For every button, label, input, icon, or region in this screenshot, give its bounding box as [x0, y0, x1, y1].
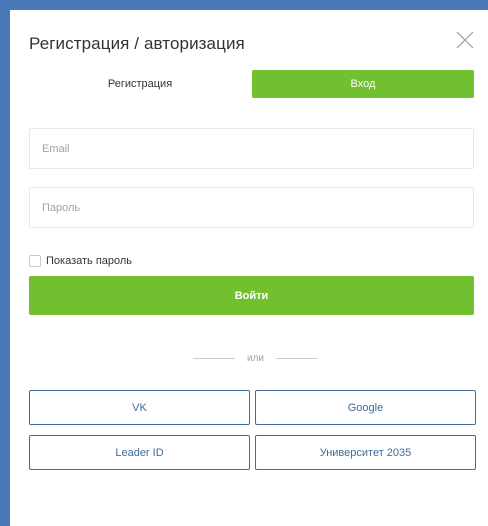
divider-line-right	[275, 357, 318, 359]
university-2035-login-button[interactable]: Университет 2035	[255, 435, 476, 470]
show-password-checkbox[interactable]	[29, 255, 41, 267]
password-input[interactable]	[29, 187, 474, 228]
google-login-button[interactable]: Google	[255, 390, 476, 425]
divider-text: или	[246, 352, 264, 364]
show-password-label: Показать пароль	[46, 255, 133, 267]
auth-modal: Регистрация / авторизация Регистрация Вх…	[10, 10, 488, 526]
divider-line-left	[193, 357, 235, 359]
login-button[interactable]: Войти	[29, 276, 474, 315]
tab-registration[interactable]: Регистрация	[29, 70, 251, 98]
or-divider: или	[193, 351, 318, 365]
close-icon[interactable]	[455, 30, 475, 50]
email-input[interactable]	[29, 128, 474, 169]
modal-title: Регистрация / авторизация	[29, 34, 245, 53]
vk-login-button[interactable]: VK	[29, 390, 250, 425]
tab-login[interactable]: Вход	[252, 70, 474, 98]
leader-id-login-button[interactable]: Leader ID	[29, 435, 250, 470]
show-password-toggle[interactable]: Показать пароль	[29, 255, 132, 267]
